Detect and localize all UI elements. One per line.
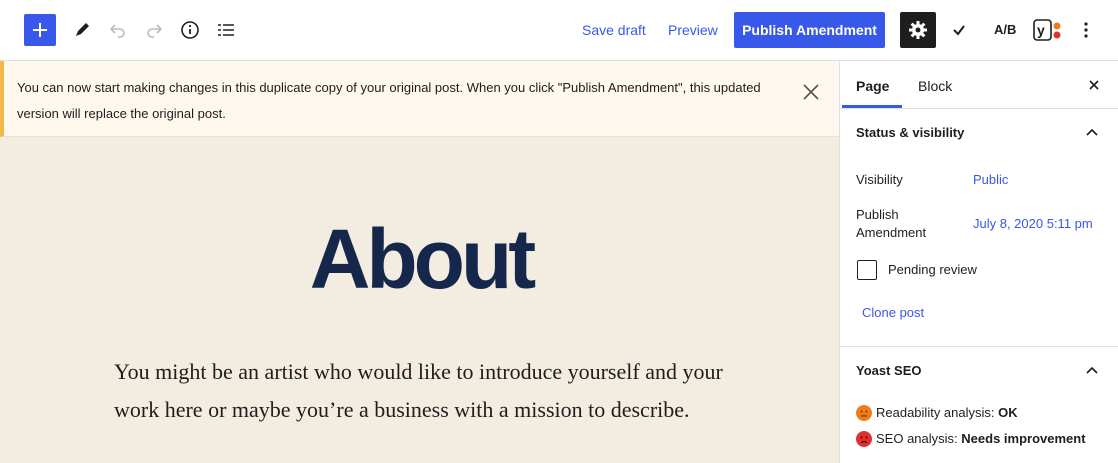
details-button[interactable] [174, 14, 206, 46]
chevron-up-icon [1086, 128, 1098, 136]
pending-review-checkbox[interactable] [857, 260, 877, 280]
settings-sidebar: Page Block Status & visibility Visibilit… [839, 61, 1118, 463]
readability-analysis-row[interactable]: Readability analysis: OK [856, 405, 1018, 421]
editor-canvas: About You might be an artist who would l… [0, 137, 839, 463]
info-icon [181, 21, 199, 39]
notice-text: You can now start making changes in this… [17, 80, 761, 121]
readability-value: OK [998, 405, 1018, 420]
ab-test-button[interactable]: A/B [994, 22, 1016, 37]
close-icon [1089, 80, 1099, 90]
pencil-icon [76, 23, 89, 36]
sidebar-tabs: Page Block [840, 61, 1118, 109]
checkmark-icon [953, 25, 965, 36]
sad-face-icon [856, 431, 872, 447]
dismiss-notice-button[interactable] [800, 81, 822, 103]
checkmark-button[interactable] [943, 14, 975, 46]
add-block-button[interactable] [24, 14, 56, 46]
settings-button[interactable] [900, 12, 936, 48]
yoast-icon: y [1033, 19, 1061, 41]
editor-toolbar: Save draft Preview Publish Amendment A/B… [0, 0, 1118, 61]
chevron-up-icon [1086, 366, 1098, 374]
plus-icon [33, 23, 47, 37]
collapse-yoast-button[interactable] [1082, 361, 1102, 381]
close-icon [803, 84, 819, 100]
close-sidebar-button[interactable] [1084, 75, 1104, 95]
more-vertical-icon [1084, 22, 1088, 38]
gear-icon [909, 21, 927, 39]
tab-page[interactable]: Page [856, 77, 889, 95]
visibility-label: Visibility [856, 172, 903, 187]
redo-button[interactable] [138, 14, 170, 46]
yoast-button[interactable]: y [1032, 14, 1064, 46]
redo-icon [147, 24, 163, 38]
preview-button[interactable]: Preview [668, 21, 718, 39]
visibility-value[interactable]: Public [973, 171, 1008, 189]
yoast-seo-heading[interactable]: Yoast SEO [856, 363, 922, 379]
tab-block[interactable]: Block [918, 77, 952, 95]
publish-amendment-button[interactable]: Publish Amendment [734, 12, 885, 48]
undo-button[interactable] [102, 14, 134, 46]
post-title[interactable]: About [0, 209, 842, 309]
tools-button[interactable] [66, 14, 98, 46]
seo-analysis-label: SEO analysis: [876, 431, 958, 446]
collapse-status-button[interactable] [1082, 123, 1102, 143]
readability-label: Readability analysis: [876, 405, 995, 420]
publish-amendment-label: Publish Amendment [856, 207, 927, 240]
paragraph-block[interactable]: You might be an artist who would like to… [114, 353, 734, 429]
svg-text:y: y [1037, 22, 1045, 38]
active-tab-indicator [842, 105, 902, 108]
undo-icon [109, 24, 125, 38]
seo-analysis-value: Needs improvement [961, 431, 1086, 446]
neutral-face-icon [856, 405, 872, 421]
options-button[interactable] [1070, 14, 1102, 46]
duplicate-post-notice: You can now start making changes in this… [0, 61, 839, 137]
panel-divider [840, 346, 1118, 347]
save-draft-button[interactable]: Save draft [582, 21, 646, 39]
pending-review-label[interactable]: Pending review [888, 262, 977, 278]
list-view-icon [218, 24, 234, 36]
status-visibility-heading[interactable]: Status & visibility [856, 125, 964, 141]
seo-analysis-row[interactable]: SEO analysis: Needs improvement [856, 431, 1086, 447]
clone-post-link[interactable]: Clone post [862, 305, 924, 320]
list-view-button[interactable] [210, 14, 242, 46]
publish-date-value[interactable]: July 8, 2020 5:11 pm [973, 215, 1093, 233]
